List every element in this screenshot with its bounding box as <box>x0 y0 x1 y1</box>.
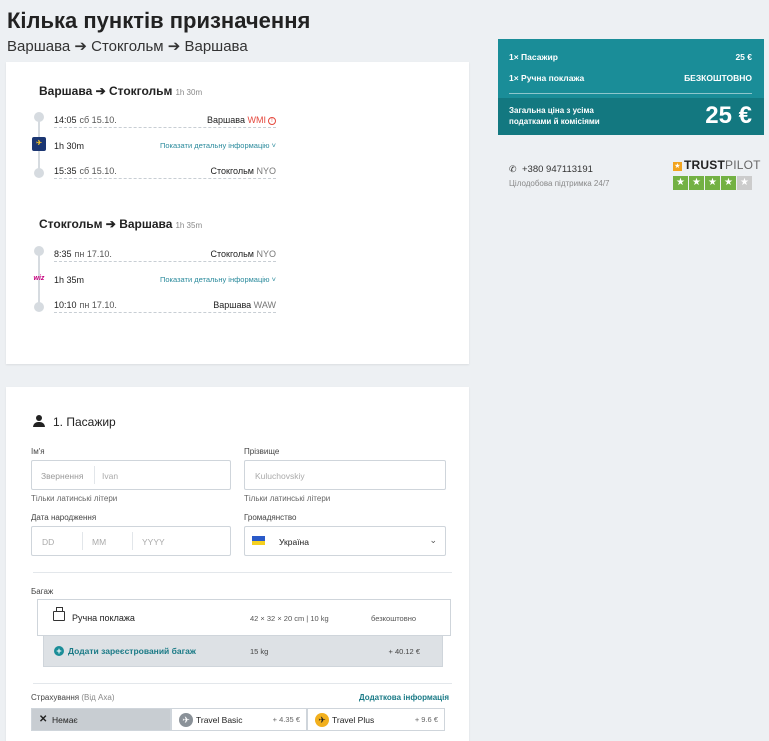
first-name-placeholder: Ivan <box>102 471 119 481</box>
dob-label: Дата народження <box>31 513 97 522</box>
airport-code: NYO <box>256 249 276 259</box>
divider <box>33 683 452 684</box>
page-title: Кілька пунктів призначення <box>7 8 311 33</box>
itinerary-card: Варшава ➔ Стокгольм 1h 30m ✈ 14:05 сб 15.1… <box>6 62 469 364</box>
support-phone[interactable]: ✆ +380 947113191 <box>509 164 593 175</box>
baggage-label: Багаж <box>31 587 54 596</box>
arrival-row: 15:35 сб 15.10. Стокгольм NYO <box>54 165 276 179</box>
show-details-link[interactable]: Показати детальну інформацію ˅ <box>160 274 276 286</box>
total-price: 25 € <box>705 102 752 129</box>
hand-luggage-name: Ручна поклажа <box>72 613 135 623</box>
timeline-dot <box>34 302 44 312</box>
first-name-field[interactable]: Звернення Ivan <box>31 460 231 490</box>
last-name-field[interactable]: Kuluchovskiy <box>244 460 446 490</box>
ryanair-logo-icon: ✈ <box>32 137 46 151</box>
support-note: Цілодобова підтримка 24/7 <box>509 179 610 188</box>
checked-baggage-weight: 15 kg <box>250 647 269 656</box>
chevron-down-icon: ⌄ <box>429 535 437 545</box>
first-name-label: Ім'я <box>31 447 45 456</box>
trustpilot-brand[interactable]: ★ TRUSTPILOT <box>673 158 761 172</box>
departure-row: 8:35 пн 17.10. Стокгольм NYO <box>54 248 276 262</box>
airport-code: WAW <box>253 300 276 310</box>
summary-row-passenger: 1× Пасажир 25 € <box>509 52 752 62</box>
plane-icon: ✈ <box>315 713 329 727</box>
citizenship-value: Україна <box>279 537 309 547</box>
insurance-option-none[interactable]: ✕ Немає <box>31 708 171 731</box>
price-summary: 1× Пасажир 25 € 1× Ручна поклажа БЕЗКОШТОВ… <box>498 39 764 135</box>
dob-day-input[interactable]: DD <box>42 537 54 547</box>
timeline-dot <box>34 168 44 178</box>
hand-luggage-option: Ручна поклажа 42 × 32 × 20 cm | 10 kg бе… <box>37 599 451 636</box>
plane-icon: ✈ <box>179 713 193 727</box>
trustpilot-logo-icon: ★ <box>673 162 682 171</box>
citizenship-select[interactable]: Україна ⌄ <box>244 526 446 556</box>
divider <box>33 572 452 573</box>
star-icon: ★ <box>705 176 720 190</box>
divider <box>509 93 752 94</box>
hand-luggage-price: безкоштовно <box>371 614 417 623</box>
segment-title: Стокгольм ➔ Варшава 1h 35m <box>39 217 203 231</box>
add-baggage-label: Додати зареєстрований багаж <box>68 646 196 656</box>
total-price-box: Загальна ціна з усіма податками й комісі… <box>498 98 764 135</box>
divider <box>132 532 133 550</box>
ukraine-flag-icon <box>252 536 265 545</box>
star-empty-icon: ★ <box>737 176 752 190</box>
divider <box>94 466 95 484</box>
dob-month-input[interactable]: MM <box>92 537 106 547</box>
phone-icon: ✆ <box>509 164 517 174</box>
dob-field[interactable]: DD MM YYYY <box>31 526 231 556</box>
airport-code: WMI <box>247 115 267 125</box>
checked-baggage-price: + 40.12 € <box>388 647 421 656</box>
last-name-placeholder: Kuluchovskiy <box>255 471 305 481</box>
star-icon: ★ <box>673 176 688 190</box>
add-checked-baggage-button[interactable]: + Додати зареєстрований багаж 15 kg + 40… <box>43 636 443 667</box>
arrival-row: 10:10 пн 17.10. Варшава WAW <box>54 299 276 313</box>
insurance-label: Страхування (Від Axa) <box>31 693 115 702</box>
first-name-hint: Тільки латинські літери <box>31 494 118 503</box>
flight-row: 1h 30m Показати детальну інформацію ˅ <box>54 140 276 152</box>
insurance-more-info-link[interactable]: Додаткова інформація <box>359 693 449 702</box>
hand-luggage-dims: 42 × 32 × 20 cm | 10 kg <box>250 614 329 623</box>
person-icon <box>33 415 45 427</box>
show-details-link[interactable]: Показати детальну інформацію ˅ <box>160 140 276 152</box>
last-name-hint: Тільки латинські літери <box>244 494 331 503</box>
passenger-section-title: 1. Пасажир <box>33 415 116 429</box>
luggage-icon <box>53 607 65 621</box>
passenger-form-card: 1. Пасажир Ім'я Звернення Ivan Тільки ла… <box>6 387 469 741</box>
warning-icon[interactable]: ! <box>268 116 276 125</box>
star-icon: ★ <box>721 176 736 190</box>
flight-row: 1h 35m Показати детальну інформацію ˅ <box>54 274 276 286</box>
page-subtitle: Варшава ➔ Стокгольм ➔ Варшава <box>7 38 248 55</box>
insurance-option-basic[interactable]: ✈ Travel Basic + 4.35 € <box>171 708 307 731</box>
plus-icon: + <box>54 646 64 656</box>
departure-row: 14:05 сб 15.10. Варшава WMI! <box>54 114 276 128</box>
airport-code: NYO <box>256 166 276 176</box>
last-name-label: Прізвище <box>244 447 280 456</box>
star-icon: ★ <box>689 176 704 190</box>
wizzair-logo-icon: wiz <box>33 275 45 282</box>
summary-row-hand-luggage: 1× Ручна поклажа БЕЗКОШТОВНО <box>509 73 752 83</box>
segment-duration: 1h 30m <box>175 88 203 97</box>
citizenship-label: Громадянство <box>244 513 297 522</box>
segment-duration: 1h 35m <box>175 221 203 230</box>
segment-title: Варшава ➔ Стокгольм 1h 30m <box>39 84 203 98</box>
total-label: Загальна ціна з усіма податками й комісі… <box>509 106 600 126</box>
close-icon: ✕ <box>39 714 48 725</box>
insurance-option-plus[interactable]: ✈ Travel Plus + 9.6 € <box>307 708 445 731</box>
divider <box>82 532 83 550</box>
salutation-select[interactable]: Звернення <box>41 471 83 481</box>
dob-year-input[interactable]: YYYY <box>142 537 165 547</box>
